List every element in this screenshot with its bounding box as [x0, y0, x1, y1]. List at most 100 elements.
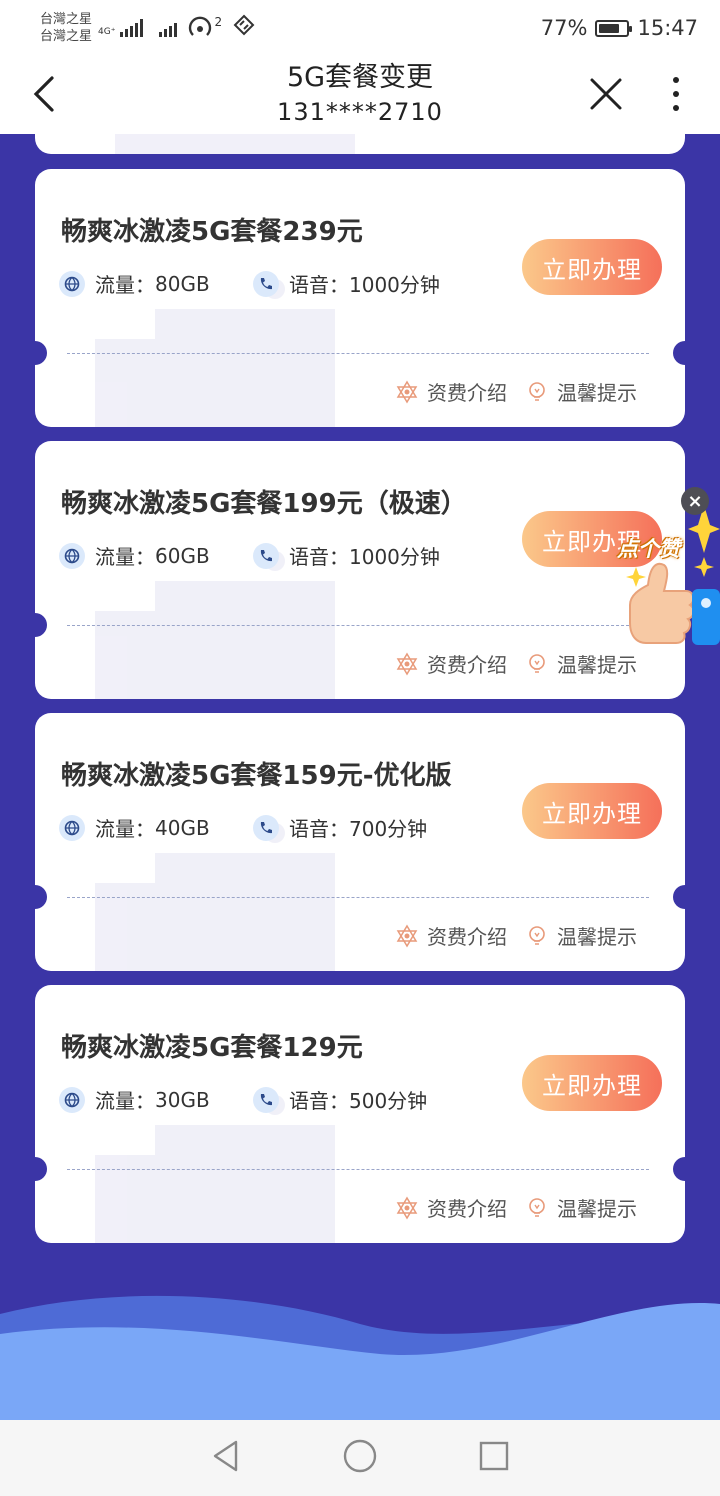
- ticket-notch-left: [35, 1157, 47, 1181]
- signal-bars-sim2-icon: [159, 19, 178, 37]
- fee-intro-label: 资费介绍: [427, 381, 507, 405]
- data-allowance: 流量： 30GB: [59, 1085, 210, 1114]
- ticket-notch-right: [673, 341, 685, 365]
- globe-icon: [59, 814, 85, 841]
- warm-tips-label: 温馨提示: [557, 381, 637, 405]
- system-nav-bar: [0, 1420, 720, 1496]
- voice-value: 500分钟: [349, 1089, 428, 1113]
- more-menu-button[interactable]: [664, 74, 688, 114]
- voice-label: 语音：: [289, 545, 349, 569]
- globe-icon: [59, 1086, 85, 1113]
- star-of-david-icon: [396, 380, 418, 403]
- voice-label: 语音：: [289, 1089, 349, 1113]
- battery-percent: 77%: [540, 16, 588, 40]
- plan-card: 畅爽冰激凌5G套餐239元 流量： 80GB 语音： 1000分钟 立即办理 资…: [35, 169, 685, 427]
- ticket-notch-right: [673, 1157, 685, 1181]
- star-of-david-icon: [396, 1196, 418, 1219]
- warm-tips-link[interactable]: 温馨提示: [525, 921, 637, 950]
- plan-title: 畅爽冰激凌5G套餐239元: [61, 217, 363, 247]
- network-type: 4G⁺: [98, 27, 116, 37]
- apply-now-button[interactable]: 立即办理: [522, 239, 662, 295]
- lightbulb-icon: [529, 1197, 545, 1217]
- apply-now-button[interactable]: 立即办理: [522, 783, 662, 839]
- lightbulb-icon: [529, 381, 545, 401]
- hotspot-count: 2: [214, 15, 223, 29]
- voice-allowance: 语音： 700分钟: [253, 813, 427, 842]
- voice-value: 1000分钟: [349, 273, 440, 297]
- lightbulb-icon: [529, 653, 545, 673]
- fee-intro-link[interactable]: 资费介绍: [395, 377, 507, 406]
- phone-icon: [253, 542, 279, 569]
- globe-icon: [59, 270, 85, 297]
- plan-card-partial: [35, 134, 685, 154]
- plan-card: 畅爽冰激凌5G套餐129元 流量： 30GB 语音： 500分钟 立即办理 资费…: [35, 985, 685, 1243]
- like-badge-close-button[interactable]: ×: [681, 487, 709, 515]
- like-badge[interactable]: 点个赞: [600, 505, 720, 655]
- system-home-button[interactable]: [342, 1438, 378, 1478]
- warm-tips-label: 温馨提示: [557, 925, 637, 949]
- fee-intro-label: 资费介绍: [427, 653, 507, 677]
- warm-tips-link[interactable]: 温馨提示: [525, 377, 637, 406]
- nav-header: 5G套餐变更 131****2710: [0, 56, 720, 134]
- warm-tips-label: 温馨提示: [557, 1197, 637, 1221]
- sync-icon: [232, 13, 256, 43]
- triangle-back-icon: [213, 1440, 238, 1472]
- data-allowance: 流量： 80GB: [59, 269, 210, 298]
- dashed-divider: [67, 897, 649, 898]
- square-recents-icon: [479, 1441, 509, 1471]
- data-allowance: 流量： 60GB: [59, 541, 210, 570]
- watermark-illustration: [115, 134, 355, 154]
- close-button[interactable]: [586, 74, 626, 114]
- plan-list: 畅爽冰激凌5G套餐239元 流量： 80GB 语音： 1000分钟 立即办理 资…: [0, 134, 720, 1420]
- clock: 15:47: [637, 16, 698, 40]
- fee-intro-link[interactable]: 资费介绍: [395, 1193, 507, 1222]
- fee-intro-link[interactable]: 资费介绍: [395, 921, 507, 950]
- data-value: 60GB: [155, 543, 210, 568]
- carrier-names: 台灣之星 台灣之星: [40, 11, 92, 45]
- signal-sim1: 4G⁺: [98, 19, 144, 37]
- status-bar: 台灣之星 台灣之星 4G⁺ 2 77% 15:47: [0, 0, 720, 56]
- plan-card: 畅爽冰激凌5G套餐159元-优化版 流量： 40GB 语音： 700分钟 立即办…: [35, 713, 685, 971]
- dashed-divider: [67, 1169, 649, 1170]
- phone-icon: [253, 270, 279, 297]
- dashed-divider: [67, 625, 649, 626]
- dashed-divider: [67, 353, 649, 354]
- phone-icon: [253, 1086, 279, 1113]
- data-label: 流量：: [95, 545, 155, 569]
- ticket-notch-right: [673, 885, 685, 909]
- fee-intro-link[interactable]: 资费介绍: [395, 649, 507, 678]
- data-value: 80GB: [155, 271, 210, 296]
- data-value: 40GB: [155, 815, 210, 840]
- close-icon: [590, 78, 622, 110]
- apply-now-button[interactable]: 立即办理: [522, 1055, 662, 1111]
- like-badge-text: 点个赞: [617, 537, 680, 561]
- voice-allowance: 语音： 1000分钟: [253, 269, 440, 298]
- voice-value: 1000分钟: [349, 545, 440, 569]
- ticket-notch-left: [35, 613, 47, 637]
- carrier-name-1: 台灣之星: [40, 12, 93, 27]
- voice-allowance: 语音： 500分钟: [253, 1085, 427, 1114]
- footer-waves: [0, 1295, 720, 1420]
- warm-tips-link[interactable]: 温馨提示: [525, 1193, 637, 1222]
- data-allowance: 流量： 40GB: [59, 813, 210, 842]
- data-label: 流量：: [95, 273, 155, 297]
- plan-title: 畅爽冰激凌5G套餐129元: [61, 1033, 363, 1063]
- plan-title: 畅爽冰激凌5G套餐159元-优化版: [61, 761, 452, 791]
- carrier-name-2: 台灣之星: [40, 29, 93, 44]
- hotspot-icon: 2: [187, 15, 222, 41]
- battery-icon: [595, 19, 633, 37]
- star-of-david-icon: [396, 652, 418, 675]
- signal-bars-icon: [120, 19, 144, 37]
- plan-title: 畅爽冰激凌5G套餐199元（极速）: [61, 489, 467, 519]
- system-back-button[interactable]: [210, 1439, 242, 1477]
- circle-home-icon: [343, 1439, 377, 1473]
- fee-intro-label: 资费介绍: [427, 925, 507, 949]
- voice-label: 语音：: [289, 273, 349, 297]
- thumbs-up-icon: [626, 505, 720, 645]
- system-recents-button[interactable]: [478, 1440, 510, 1476]
- globe-icon: [59, 542, 85, 569]
- data-label: 流量：: [95, 1089, 155, 1113]
- ticket-notch-left: [35, 341, 47, 365]
- data-label: 流量：: [95, 817, 155, 841]
- ticket-notch-left: [35, 885, 47, 909]
